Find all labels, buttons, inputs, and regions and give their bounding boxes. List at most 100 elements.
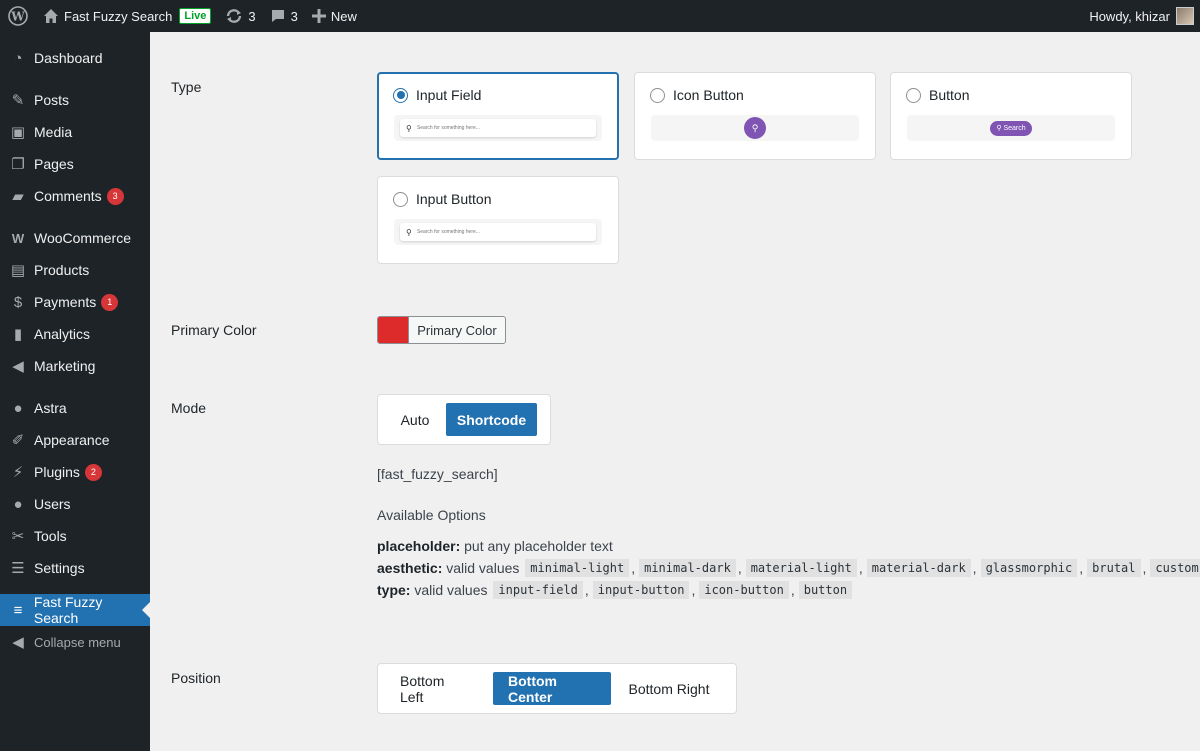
code-value: input-button — [592, 581, 690, 599]
sidebar-item-woocommerce[interactable]: W WooCommerce — [0, 222, 150, 254]
sidebar-item-label: Marketing — [34, 358, 96, 374]
media-icon: ▣ — [10, 124, 26, 141]
comment-icon: ▰ — [12, 188, 24, 205]
sidebar-item-plugins[interactable]: ⚡ Plugins 2 — [0, 456, 150, 488]
position-toggle: Bottom Left Bottom Center Bottom Right — [377, 663, 737, 714]
type-card-input-field[interactable]: Input Field ⚲ Search for something here.… — [377, 72, 619, 160]
comments-link[interactable]: 3 — [263, 0, 305, 32]
type-radio-input-field[interactable] — [393, 87, 408, 103]
search-icon: ⚲ — [406, 227, 412, 237]
fuzzy-icon: ≡ — [13, 601, 23, 619]
pages-icon: ❐ — [11, 156, 25, 173]
sidebar-item-astra[interactable]: ● Astra — [0, 392, 150, 424]
code-value: input-field — [493, 581, 583, 599]
sidebar-item-settings[interactable]: ☰ Settings — [0, 552, 150, 584]
sidebar-item-analytics[interactable]: ▮ Analytics — [0, 318, 150, 350]
type-card-button[interactable]: Button ⚲ Search — [890, 72, 1132, 160]
comments-badge: 3 — [106, 187, 124, 205]
updates-count: 3 — [248, 8, 256, 24]
option-key: placeholder: — [377, 538, 461, 554]
search-icon: ⚲ — [406, 123, 412, 133]
type-label: Type — [171, 79, 202, 95]
sidebar-item-media[interactable]: ▣ Media — [0, 116, 150, 148]
sidebar-item-label: Appearance — [34, 432, 110, 448]
woo-icon: W — [11, 230, 25, 246]
plug-icon: ⚡ — [12, 464, 24, 481]
type-radio-input-button[interactable] — [393, 191, 408, 207]
sidebar-item-label: Analytics — [34, 326, 91, 342]
preview-search-button: ⚲ Search — [990, 120, 1032, 136]
user-icon: ● — [13, 495, 23, 513]
sidebar-item-label: Users — [34, 496, 71, 512]
comment-bubble-icon — [270, 8, 286, 24]
payments-badge: 1 — [101, 293, 119, 311]
pin-icon: ✎ — [11, 92, 25, 109]
code-value: button — [798, 581, 853, 599]
avatar — [1176, 7, 1194, 25]
sidebar-item-label: Settings — [34, 560, 85, 576]
primary-color-label: Primary Color — [171, 322, 257, 338]
admin-sidebar: ◔ Dashboard ✎ Posts ▣ Media ❐ Pages ▰ Co… — [0, 32, 150, 751]
position-bottom-left-button[interactable]: Bottom Left — [385, 672, 485, 705]
home-icon — [43, 8, 59, 24]
sidebar-item-dashboard[interactable]: ◔ Dashboard — [0, 42, 150, 74]
color-picker-label: Primary Color — [417, 322, 497, 338]
sidebar-item-comments[interactable]: ▰ Comments 3 — [0, 180, 150, 212]
bar-chart-icon: ▮ — [13, 326, 23, 343]
type-card-icon-button[interactable]: Icon Button ⚲ — [634, 72, 876, 160]
preview-input: ⚲ Search for something here... — [400, 119, 596, 137]
sidebar-item-payments[interactable]: $ Payments 1 — [0, 286, 150, 318]
position-bottom-right-button[interactable]: Bottom Right — [613, 672, 725, 705]
type-card-label: Button — [929, 87, 970, 103]
sidebar-item-tools[interactable]: ✂ Tools — [0, 520, 150, 552]
sidebar-item-fast-fuzzy-search[interactable]: ≡ Fast Fuzzy Search — [0, 594, 150, 626]
settings-content: Type Input Field ⚲ Search for something … — [150, 32, 1200, 751]
sidebar-item-label: Fast Fuzzy Search — [33, 594, 103, 626]
sidebar-item-label: WooCommerce — [34, 230, 131, 246]
option-placeholder: placeholder: put any placeholder text — [377, 538, 613, 554]
new-content-link[interactable]: New — [305, 0, 364, 32]
type-card-input-button[interactable]: Input Button ⚲ Search for something here… — [377, 176, 619, 264]
search-icon: ⚲ — [996, 125, 1002, 132]
option-key: aesthetic: — [377, 560, 443, 576]
site-name: Fast Fuzzy Search — [64, 8, 173, 24]
dashboard-icon: ◔ — [13, 49, 23, 67]
code-value: custom — [1150, 559, 1200, 577]
sidebar-item-products[interactable]: ▤ Products — [0, 254, 150, 286]
collapse-menu-button[interactable]: ◀ Collapse menu — [0, 626, 150, 658]
sidebar-item-users[interactable]: ● Users — [0, 488, 150, 520]
mode-shortcode-button[interactable]: Shortcode — [446, 403, 537, 436]
option-desc: valid values — [414, 582, 488, 598]
position-label: Position — [171, 670, 221, 686]
astra-icon: ● — [13, 399, 23, 417]
archive-icon: ▤ — [10, 262, 26, 279]
type-radio-button[interactable] — [906, 87, 921, 103]
sidebar-item-label: Pages — [34, 156, 74, 172]
type-card-label: Icon Button — [673, 87, 744, 103]
site-name-link[interactable]: Fast Fuzzy Search Live — [36, 0, 218, 32]
admin-bar: W Fast Fuzzy Search Live 3 3 New Howdy, … — [0, 0, 1200, 32]
type-radio-icon-button[interactable] — [650, 87, 665, 103]
button-preview: ⚲ Search — [907, 115, 1115, 141]
preview-button-label: Search — [1003, 124, 1026, 132]
position-bottom-center-button[interactable]: Bottom Center — [493, 672, 611, 705]
shortcode-text: [fast_fuzzy_search] — [377, 466, 498, 482]
my-account[interactable]: Howdy, khizar — [1089, 7, 1200, 25]
code-value: glassmorphic — [980, 559, 1078, 577]
sidebar-item-marketing[interactable]: ◀ Marketing — [0, 350, 150, 382]
megaphone-icon: ◀ — [12, 358, 24, 375]
sidebar-item-label: Products — [34, 262, 90, 278]
wordpress-logo-icon[interactable]: W — [0, 0, 36, 32]
svg-text:W: W — [10, 10, 25, 24]
primary-color-picker-button[interactable]: Primary Color — [377, 316, 506, 344]
brush-icon: ✐ — [11, 432, 25, 449]
updates-link[interactable]: 3 — [218, 0, 262, 32]
type-card-label: Input Field — [416, 87, 482, 103]
code-value: material-light — [745, 559, 857, 577]
collapse-arrow-icon: ◀ — [12, 634, 24, 651]
sidebar-item-appearance[interactable]: ✐ Appearance — [0, 424, 150, 456]
sidebar-item-posts[interactable]: ✎ Posts — [0, 84, 150, 116]
mode-auto-button[interactable]: Auto — [386, 403, 444, 436]
sidebar-item-pages[interactable]: ❐ Pages — [0, 148, 150, 180]
preview-placeholder: Search for something here... — [416, 229, 480, 235]
